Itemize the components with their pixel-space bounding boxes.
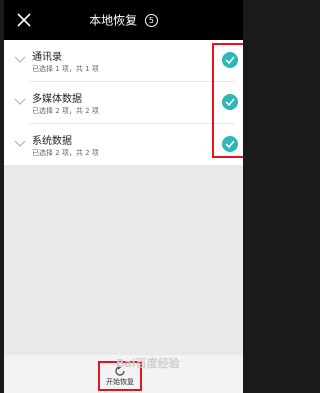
start-restore-button[interactable]: 开始恢复: [98, 361, 142, 391]
item-subtitle: 已选择 1 项，共 1 项: [32, 65, 99, 73]
item-title: 通讯录: [32, 52, 62, 63]
divider: [30, 123, 235, 124]
chevron-down-icon[interactable]: [14, 56, 26, 64]
list-item-media[interactable]: 多媒体数据 已选择 2 项，共 2 项: [4, 84, 243, 122]
restore-screen: 本地恢复 5 通讯录 已选择 1 项，共 1 项 多媒体数据 已选择 2 项，共…: [4, 0, 243, 393]
bottom-bar: 开始恢复: [4, 355, 243, 393]
count-badge: 5: [144, 14, 158, 27]
list-item-contacts[interactable]: 通讯录 已选择 1 项，共 1 项: [4, 42, 243, 80]
restore-list: 通讯录 已选择 1 项，共 1 项 多媒体数据 已选择 2 项，共 2 项 系统…: [4, 40, 243, 165]
item-title: 多媒体数据: [32, 94, 82, 105]
header-title-group: 本地恢复 5: [4, 11, 243, 30]
item-subtitle: 已选择 2 项，共 2 项: [32, 107, 99, 115]
divider: [30, 81, 235, 82]
header-bar: 本地恢复 5: [4, 0, 243, 40]
check-icon[interactable]: [222, 136, 238, 152]
check-icon[interactable]: [222, 52, 238, 68]
chevron-down-icon[interactable]: [14, 140, 26, 148]
check-icon[interactable]: [222, 94, 238, 110]
restore-label: 开始恢复: [106, 378, 134, 386]
chevron-down-icon[interactable]: [14, 98, 26, 106]
restore-icon: [115, 364, 125, 376]
page-title: 本地恢复: [89, 13, 138, 28]
list-item-system[interactable]: 系统数据 已选择 2 项，共 2 项: [4, 126, 243, 164]
item-subtitle: 已选择 2 项，共 2 项: [32, 149, 99, 157]
item-title: 系统数据: [32, 136, 72, 147]
